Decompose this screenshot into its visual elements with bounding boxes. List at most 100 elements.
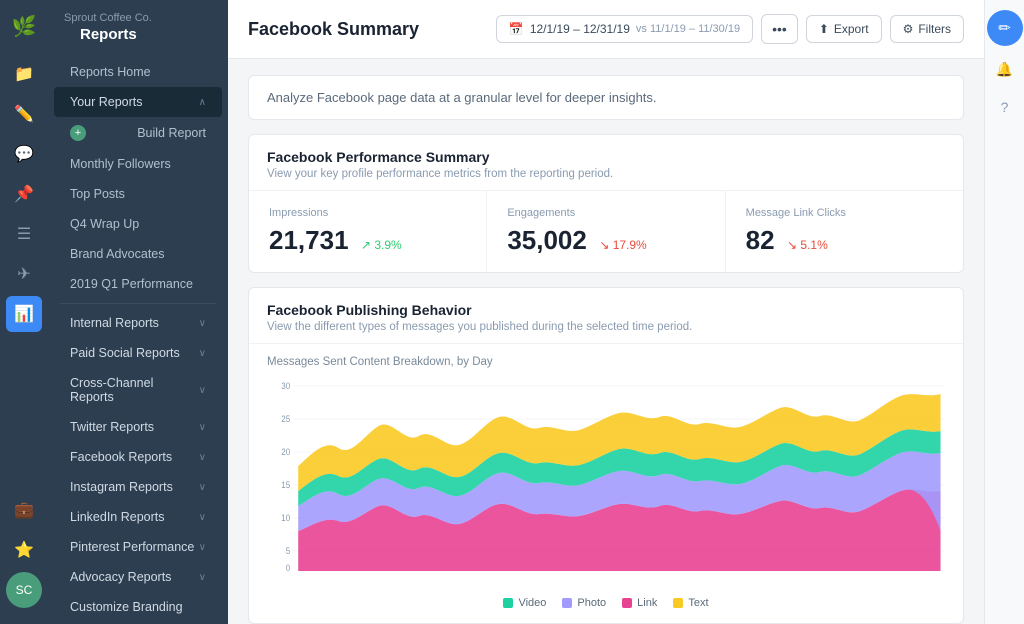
divider (60, 303, 216, 304)
video-color-dot (503, 598, 513, 608)
performance-card: Facebook Performance Summary View your k… (248, 134, 964, 273)
nav-icon-compose[interactable]: ✏️ (6, 96, 42, 132)
nav-icon-home[interactable]: 📁 (6, 56, 42, 92)
sidebar-item-build-report[interactable]: + Build Report (54, 117, 222, 149)
link-color-dot (622, 598, 632, 608)
edit-fab-button[interactable]: ✏ (987, 10, 1023, 46)
sidebar-title: Reports (64, 24, 212, 53)
legend-photo: Photo (562, 597, 606, 609)
svg-text:20: 20 (281, 447, 290, 458)
metric-engagements: Engagements 35,002 ↘ 17.9% (487, 191, 725, 272)
chart-legend: Video Photo Link Text (249, 589, 963, 623)
nav-icon-publish[interactable]: 📌 (6, 176, 42, 212)
icon-rail: 🌿 📁 ✏️ 💬 📌 ☰ ✈ 📊 💼 ⭐ SC (0, 0, 48, 624)
main-content: Facebook Summary 📅 12/1/19 – 12/31/19 vs… (228, 0, 984, 624)
legend-link: Link (622, 597, 657, 609)
chevron-up-icon: ∧ (199, 97, 206, 108)
right-rail: ✏ 🔔 ? (984, 0, 1024, 624)
brand-name: Sprout Coffee Co. (64, 12, 212, 24)
help-icon[interactable]: ? (990, 92, 1020, 122)
vs-date-range-text: vs 11/1/19 – 11/30/19 (636, 23, 740, 35)
svg-text:10: 10 (281, 513, 290, 524)
nav-icon-send[interactable]: ✈ (6, 256, 42, 292)
photo-color-dot (562, 598, 572, 608)
filter-icon: ⚙ (903, 22, 914, 36)
chevron-down-icon: ∨ (199, 512, 206, 523)
plus-icon: + (70, 125, 86, 141)
engagements-value: 35,002 (507, 225, 587, 255)
sidebar-item-q4-wrap-up[interactable]: Q4 Wrap Up (54, 209, 222, 239)
more-options-button[interactable]: ••• (761, 14, 798, 44)
impressions-label: Impressions (269, 207, 466, 219)
main-header: Facebook Summary 📅 12/1/19 – 12/31/19 vs… (228, 0, 984, 59)
svg-text:15: 15 (281, 480, 290, 491)
sidebar-item-your-reports[interactable]: Your Reports ∧ (54, 87, 222, 117)
chevron-down-icon: ∨ (199, 318, 206, 329)
impressions-value-row: 21,731 ↗ 3.9% (269, 225, 466, 256)
chevron-down-icon: ∨ (199, 452, 206, 463)
performance-card-subtitle: View your key profile performance metric… (267, 168, 945, 180)
nav-icon-star[interactable]: ⭐ (6, 532, 42, 568)
sidebar-item-paid-social[interactable]: Paid Social Reports ∨ (54, 338, 222, 368)
metric-impressions: Impressions 21,731 ↗ 3.9% (249, 191, 487, 272)
chevron-down-icon: ∨ (199, 542, 206, 553)
sidebar-item-cross-channel[interactable]: Cross-Channel Reports ∨ (54, 368, 222, 412)
nav-avatar[interactable]: SC (6, 572, 42, 608)
content-area: Analyze Facebook page data at a granular… (228, 59, 984, 624)
svg-text:0: 0 (286, 563, 291, 574)
svg-text:25: 25 (281, 414, 290, 425)
chevron-down-icon: ∨ (199, 348, 206, 359)
sidebar-item-monthly-followers[interactable]: Monthly Followers (54, 149, 222, 179)
notification-icon[interactable]: 🔔 (990, 54, 1020, 84)
sidebar-item-brand-advocates[interactable]: Brand Advocates (54, 239, 222, 269)
nav-icon-tasks[interactable]: ☰ (6, 216, 42, 252)
svg-text:5: 5 (286, 546, 291, 557)
engagements-value-row: 35,002 ↘ 17.9% (507, 225, 704, 256)
sidebar-item-linkedin-reports[interactable]: LinkedIn Reports ∨ (54, 502, 222, 532)
sidebar-item-customize-branding[interactable]: Customize Branding (54, 592, 222, 622)
impressions-value: 21,731 (269, 225, 349, 255)
chevron-down-icon: ∨ (199, 385, 206, 396)
export-button[interactable]: ⬆ Export (806, 15, 882, 43)
publishing-card-header: Facebook Publishing Behavior View the di… (249, 288, 963, 344)
chevron-down-icon: ∨ (199, 422, 206, 433)
sidebar-item-2019-q1[interactable]: 2019 Q1 Performance (54, 269, 222, 299)
stacked-area-chart: 30 25 20 15 10 5 0 1 (267, 376, 945, 576)
chevron-down-icon: ∨ (199, 482, 206, 493)
nav-icon-reports[interactable]: 📊 (6, 296, 42, 332)
header-actions: 📅 12/1/19 – 12/31/19 vs 11/1/19 – 11/30/… (496, 14, 964, 44)
metrics-row: Impressions 21,731 ↗ 3.9% Engagements 35… (249, 191, 963, 272)
sidebar-item-facebook-reports[interactable]: Facebook Reports ∨ (54, 442, 222, 472)
calendar-icon: 📅 (509, 22, 524, 36)
chevron-down-icon: ∨ (199, 572, 206, 583)
sidebar-item-instagram-reports[interactable]: Instagram Reports ∨ (54, 472, 222, 502)
nav-icon-inbox[interactable]: 💬 (6, 136, 42, 172)
chart-container: 30 25 20 15 10 5 0 1 (249, 376, 963, 589)
engagements-change: ↘ 17.9% (599, 238, 646, 252)
sidebar-item-advocacy-reports[interactable]: Advocacy Reports ∨ (54, 562, 222, 592)
export-icon: ⬆ (819, 22, 829, 36)
publishing-card-title: Facebook Publishing Behavior (267, 302, 945, 318)
date-range-text: 12/1/19 – 12/31/19 (530, 22, 630, 36)
page-title: Facebook Summary (248, 19, 419, 40)
metric-message-link-clicks: Message Link Clicks 82 ↘ 5.1% (726, 191, 963, 272)
nav-sidebar: Sprout Coffee Co. Reports Reports Home Y… (48, 0, 228, 624)
info-banner: Analyze Facebook page data at a granular… (248, 75, 964, 120)
publishing-card: Facebook Publishing Behavior View the di… (248, 287, 964, 624)
sidebar-item-twitter-reports[interactable]: Twitter Reports ∨ (54, 412, 222, 442)
date-range-button[interactable]: 📅 12/1/19 – 12/31/19 vs 11/1/19 – 11/30/… (496, 15, 753, 43)
performance-card-title: Facebook Performance Summary (267, 149, 945, 165)
brand-section: Sprout Coffee Co. Reports (48, 0, 228, 57)
legend-video: Video (503, 597, 546, 609)
sidebar-item-reports-home[interactable]: Reports Home (54, 57, 222, 87)
nav-icon-briefcase[interactable]: 💼 (6, 492, 42, 528)
legend-text: Text (673, 597, 708, 609)
message-clicks-value: 82 (746, 225, 775, 255)
publishing-card-subtitle: View the different types of messages you… (267, 321, 945, 333)
sidebar-item-top-posts[interactable]: Top Posts (54, 179, 222, 209)
sidebar-item-internal-reports[interactable]: Internal Reports ∨ (54, 308, 222, 338)
sidebar-item-pinterest[interactable]: Pinterest Performance ∨ (54, 532, 222, 562)
sprout-logo-icon[interactable]: 🌿 (6, 8, 42, 44)
message-clicks-value-row: 82 ↘ 5.1% (746, 225, 943, 256)
filters-button[interactable]: ⚙ Filters (890, 15, 964, 43)
